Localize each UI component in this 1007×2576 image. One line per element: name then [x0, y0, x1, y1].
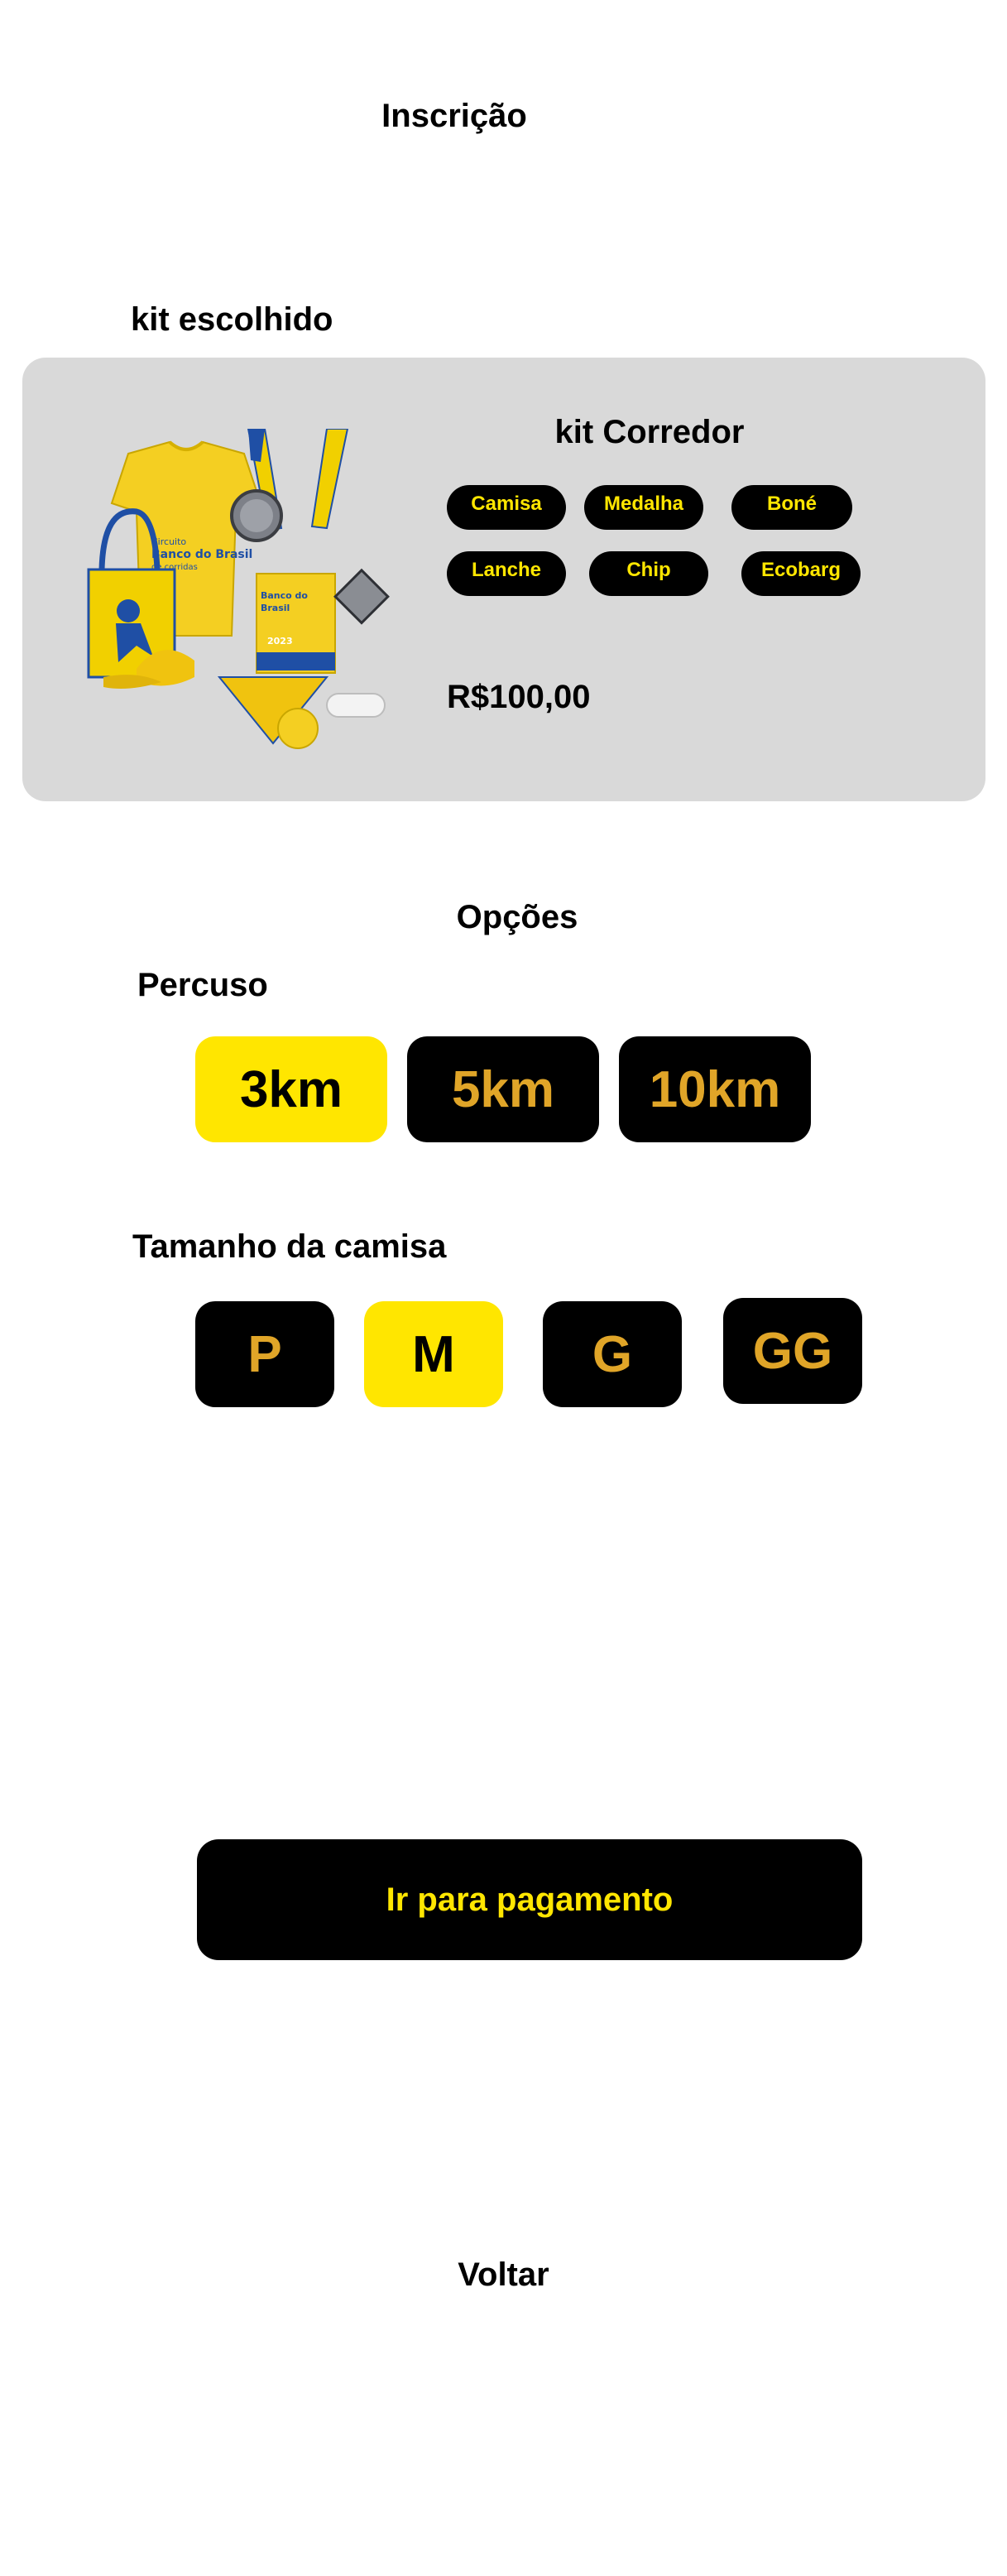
- kit-product-image: Circuito Banco do Brasil de corridas Ban…: [87, 429, 390, 749]
- page-title: Inscrição: [381, 98, 527, 134]
- route-heading: Percuso: [137, 967, 268, 1003]
- kit-item-bone: Boné: [731, 485, 852, 530]
- size-option-m[interactable]: M: [364, 1301, 503, 1407]
- options-heading: Opções: [456, 899, 578, 935]
- size-option-p[interactable]: P: [195, 1301, 334, 1407]
- kit-item-medalha: Medalha: [584, 485, 703, 530]
- back-link[interactable]: Voltar: [0, 2256, 1007, 2294]
- size-option-g[interactable]: G: [543, 1301, 682, 1407]
- size-option-gg[interactable]: GG: [723, 1298, 862, 1404]
- route-option-3km[interactable]: 3km: [195, 1036, 387, 1142]
- go-to-payment-button[interactable]: Ir para pagamento: [197, 1839, 862, 1960]
- route-option-10km[interactable]: 10km: [619, 1036, 811, 1142]
- kit-item-lanche: Lanche: [447, 551, 566, 596]
- shirt-size-heading: Tamanho da camisa: [132, 1228, 447, 1265]
- route-option-5km[interactable]: 5km: [407, 1036, 599, 1142]
- kit-item-camisa: Camisa: [447, 485, 566, 530]
- kit-name: kit Corredor: [554, 414, 745, 450]
- image-text-year: 2023: [267, 636, 293, 646]
- kit-item-ecobarg: Ecobarg: [741, 551, 861, 596]
- image-text-brand: Banco do Brasil: [151, 548, 252, 561]
- kit-heading: kit escolhido: [131, 301, 333, 338]
- kit-item-chip: Chip: [589, 551, 708, 596]
- svg-text:Brasil: Brasil: [261, 603, 290, 613]
- svg-text:Banco do: Banco do: [261, 590, 308, 601]
- kit-price: R$100,00: [447, 679, 591, 715]
